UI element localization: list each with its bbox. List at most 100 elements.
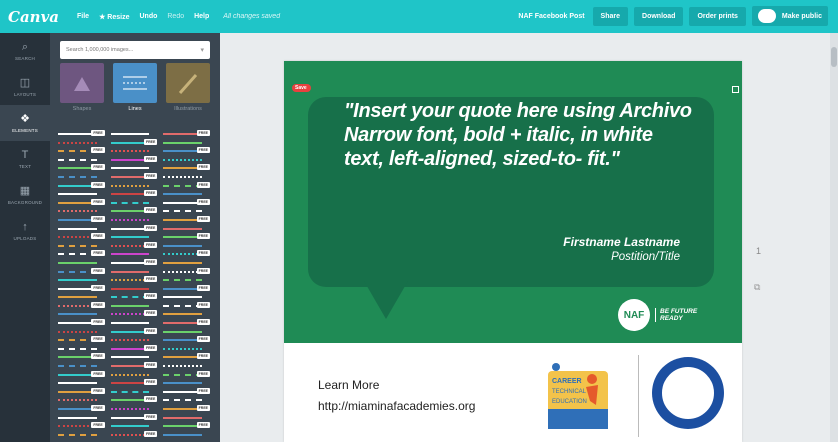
line-style-option[interactable] bbox=[110, 267, 160, 276]
line-style-option[interactable] bbox=[163, 275, 212, 284]
rail-elements[interactable]: ❖ ELEMENTS bbox=[0, 105, 50, 141]
line-style-option[interactable]: FREE bbox=[163, 301, 212, 310]
line-style-option[interactable] bbox=[58, 395, 107, 404]
line-style-option[interactable] bbox=[163, 361, 212, 370]
line-style-option[interactable] bbox=[58, 206, 107, 215]
line-style-option[interactable]: FREE bbox=[58, 163, 107, 172]
line-style-option[interactable]: FREE bbox=[110, 361, 160, 370]
menu-help[interactable]: Help bbox=[194, 13, 209, 20]
line-style-option[interactable]: FREE bbox=[110, 155, 160, 164]
line-style-option[interactable] bbox=[110, 404, 160, 413]
line-style-option[interactable] bbox=[110, 352, 160, 361]
order-prints-button[interactable]: Order prints bbox=[689, 6, 746, 26]
resize-icon[interactable] bbox=[732, 86, 739, 93]
line-style-option[interactable]: FREE bbox=[163, 370, 212, 379]
line-style-option[interactable] bbox=[110, 198, 160, 207]
line-style-option[interactable]: FREE bbox=[58, 146, 107, 155]
line-style-option[interactable] bbox=[163, 430, 212, 439]
pinterest-save-button[interactable]: Save bbox=[292, 84, 311, 92]
category-lines[interactable]: Lines bbox=[113, 63, 157, 112]
line-style-option[interactable]: FREE bbox=[58, 301, 107, 310]
line-style-option[interactable] bbox=[58, 155, 107, 164]
line-style-option[interactable] bbox=[163, 327, 212, 336]
line-style-option[interactable] bbox=[110, 215, 160, 224]
line-style-option[interactable] bbox=[163, 189, 212, 198]
line-style-option[interactable] bbox=[110, 181, 160, 190]
share-button[interactable]: Share bbox=[592, 6, 629, 26]
menu-resize[interactable]: ★ Resize bbox=[99, 13, 129, 21]
line-style-option[interactable] bbox=[58, 344, 107, 353]
line-style-option[interactable]: FREE bbox=[58, 232, 107, 241]
line-style-option[interactable]: FREE bbox=[110, 206, 160, 215]
line-style-option[interactable]: FREE bbox=[110, 224, 160, 233]
line-style-option[interactable]: FREE bbox=[163, 267, 212, 276]
category-shapes[interactable]: Shapes bbox=[60, 63, 104, 112]
design-title[interactable]: NAF Facebook Post bbox=[518, 13, 584, 20]
canva-logo[interactable]: Canva bbox=[8, 8, 59, 26]
line-style-option[interactable] bbox=[58, 138, 107, 147]
line-style-option[interactable] bbox=[58, 309, 107, 318]
scrollbar-thumb[interactable] bbox=[831, 47, 837, 67]
line-style-option[interactable]: FREE bbox=[110, 309, 160, 318]
line-style-option[interactable] bbox=[163, 378, 212, 387]
line-style-option[interactable]: FREE bbox=[110, 172, 160, 181]
line-style-option[interactable]: FREE bbox=[110, 344, 160, 353]
line-style-option[interactable] bbox=[163, 206, 212, 215]
make-public-toggle[interactable]: Make public bbox=[751, 6, 828, 26]
line-style-option[interactable]: FREE bbox=[58, 370, 107, 379]
vertical-scrollbar[interactable] bbox=[830, 33, 838, 442]
rail-layouts[interactable]: ◫ LAYOUTS bbox=[0, 69, 50, 105]
line-style-option[interactable]: FREE bbox=[110, 292, 160, 301]
line-style-option[interactable] bbox=[58, 172, 107, 181]
line-style-option[interactable] bbox=[110, 387, 160, 396]
line-style-option[interactable] bbox=[58, 258, 107, 267]
line-style-option[interactable] bbox=[163, 309, 212, 318]
category-illustrations[interactable]: Illustrations bbox=[166, 63, 210, 112]
learn-more-block[interactable]: Learn More http://miaminafacademies.org bbox=[318, 375, 475, 417]
line-style-option[interactable] bbox=[58, 430, 107, 439]
line-style-option[interactable] bbox=[58, 275, 107, 284]
line-style-option[interactable]: FREE bbox=[58, 129, 107, 138]
line-style-option[interactable] bbox=[163, 395, 212, 404]
line-style-option[interactable]: FREE bbox=[58, 267, 107, 276]
line-style-option[interactable]: FREE bbox=[163, 215, 212, 224]
line-style-option[interactable] bbox=[110, 335, 160, 344]
line-style-option[interactable]: FREE bbox=[163, 352, 212, 361]
rail-uploads[interactable]: ↑ UPLOADS bbox=[0, 213, 50, 249]
line-style-option[interactable] bbox=[163, 224, 212, 233]
line-style-option[interactable]: FREE bbox=[58, 249, 107, 258]
line-style-option[interactable]: FREE bbox=[110, 258, 160, 267]
line-style-option[interactable]: FREE bbox=[163, 198, 212, 207]
line-style-option[interactable]: FREE bbox=[58, 421, 107, 430]
line-style-option[interactable]: FREE bbox=[110, 327, 160, 336]
line-style-option[interactable]: FREE bbox=[163, 284, 212, 293]
line-style-option[interactable] bbox=[110, 284, 160, 293]
line-style-option[interactable]: FREE bbox=[58, 284, 107, 293]
line-style-option[interactable]: FREE bbox=[110, 189, 160, 198]
line-style-option[interactable] bbox=[163, 155, 212, 164]
line-style-option[interactable]: FREE bbox=[58, 181, 107, 190]
school-district-seal[interactable] bbox=[652, 357, 724, 429]
line-style-option[interactable]: FREE bbox=[58, 215, 107, 224]
menu-undo[interactable]: Undo bbox=[139, 13, 157, 20]
line-style-option[interactable]: FREE bbox=[110, 430, 160, 439]
search-input[interactable] bbox=[66, 47, 201, 53]
line-style-option[interactable]: FREE bbox=[58, 404, 107, 413]
line-style-option[interactable] bbox=[58, 292, 107, 301]
line-style-option[interactable] bbox=[110, 232, 160, 241]
line-style-option[interactable]: FREE bbox=[110, 395, 160, 404]
cte-logo[interactable]: CAREER TECHNICAL EDUCATION bbox=[546, 361, 610, 431]
design-page[interactable]: Save "Insert your quote here using Archi… bbox=[284, 61, 742, 442]
line-style-option[interactable]: FREE bbox=[110, 378, 160, 387]
line-style-option[interactable]: FREE bbox=[163, 146, 212, 155]
line-style-option[interactable] bbox=[110, 129, 160, 138]
line-style-option[interactable] bbox=[163, 413, 212, 422]
line-style-option[interactable]: FREE bbox=[58, 318, 107, 327]
naf-logo[interactable]: NAF BE FUTURE READY bbox=[618, 299, 697, 331]
line-style-option[interactable] bbox=[110, 370, 160, 379]
line-style-option[interactable]: FREE bbox=[163, 129, 212, 138]
line-style-option[interactable] bbox=[58, 378, 107, 387]
quote-text[interactable]: "Insert your quote here using Archivo Na… bbox=[344, 99, 694, 171]
line-style-option[interactable]: FREE bbox=[58, 335, 107, 344]
line-style-option[interactable] bbox=[163, 258, 212, 267]
